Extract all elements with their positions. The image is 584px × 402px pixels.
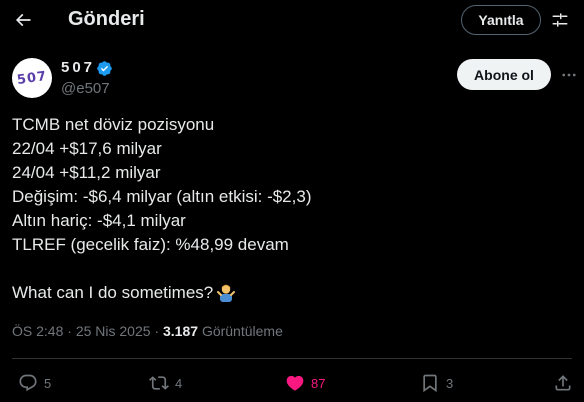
tweet-meta: ÖS 2:48 · 25 Nis 2025 · 3.187 Görüntülem… [12,323,283,339]
tweet-date[interactable]: 25 Nis 2025 [76,323,151,339]
settings-button[interactable] [547,7,573,33]
heart-filled-icon [286,375,304,391]
like-action[interactable]: 87 [285,368,325,398]
arrow-left-icon [15,13,31,27]
author-handle[interactable]: @e507 [61,80,110,97]
bookmark-count: 3 [446,375,454,391]
action-bar: 5 4 87 3 [0,368,584,398]
divider [12,358,572,359]
reply-button[interactable]: Yanıtla [461,5,541,35]
page-title: Gönderi [68,8,145,30]
tweet-line: Değişim: -$6,4 milyar (altın etkisi: -$2… [12,187,312,206]
reply-icon [19,374,37,392]
person-shrugging-icon [217,284,236,302]
more-options-button[interactable] [559,65,579,85]
views-label: Görüntüleme [201,323,283,339]
meta-separator: · [154,323,163,339]
repost-count: 4 [175,375,183,391]
bookmark-action[interactable]: 3 [420,368,453,398]
tweet-line: 24/04 +$11,2 milyar [12,163,161,182]
more-dots-icon [562,73,576,77]
sliders-icon [552,13,568,27]
repost-action[interactable]: 4 [149,368,182,398]
meta-separator: · [67,323,76,339]
tweet-line: Altın hariç: -$4,1 milyar [12,211,186,230]
reply-action[interactable]: 5 [18,368,51,398]
avatar-logo-text: 507 [16,68,48,88]
tweet-text: TCMB net döviz pozisyonu 22/04 +$17,6 mi… [12,113,572,305]
tweet-time[interactable]: ÖS 2:48 [12,323,63,339]
reply-count: 5 [44,375,52,391]
verified-badge-icon [97,61,112,76]
author-name[interactable]: 507 [61,59,95,76]
avatar[interactable]: 507 [12,58,52,98]
back-button[interactable] [8,5,38,35]
views-count: 3.187 [163,323,199,339]
tweet-line: TCMB net döviz pozisyonu [12,115,215,134]
tweet-closing-text: What can I do sometimes? [12,283,214,302]
repost-icon [149,376,169,390]
like-count: 87 [311,375,326,391]
share-icon [555,375,571,391]
top-bar: Gönderi Yanıtla [0,0,584,40]
tweet-line: TLREF (gecelik faiz): %48,99 devam [12,235,289,254]
bookmark-icon [423,374,437,393]
share-action[interactable] [553,368,573,398]
tweet-closing-line: What can I do sometimes? [12,281,572,305]
tweet-line: 22/04 +$17,6 milyar [12,139,162,158]
follow-button[interactable]: Abone ol [457,59,551,90]
